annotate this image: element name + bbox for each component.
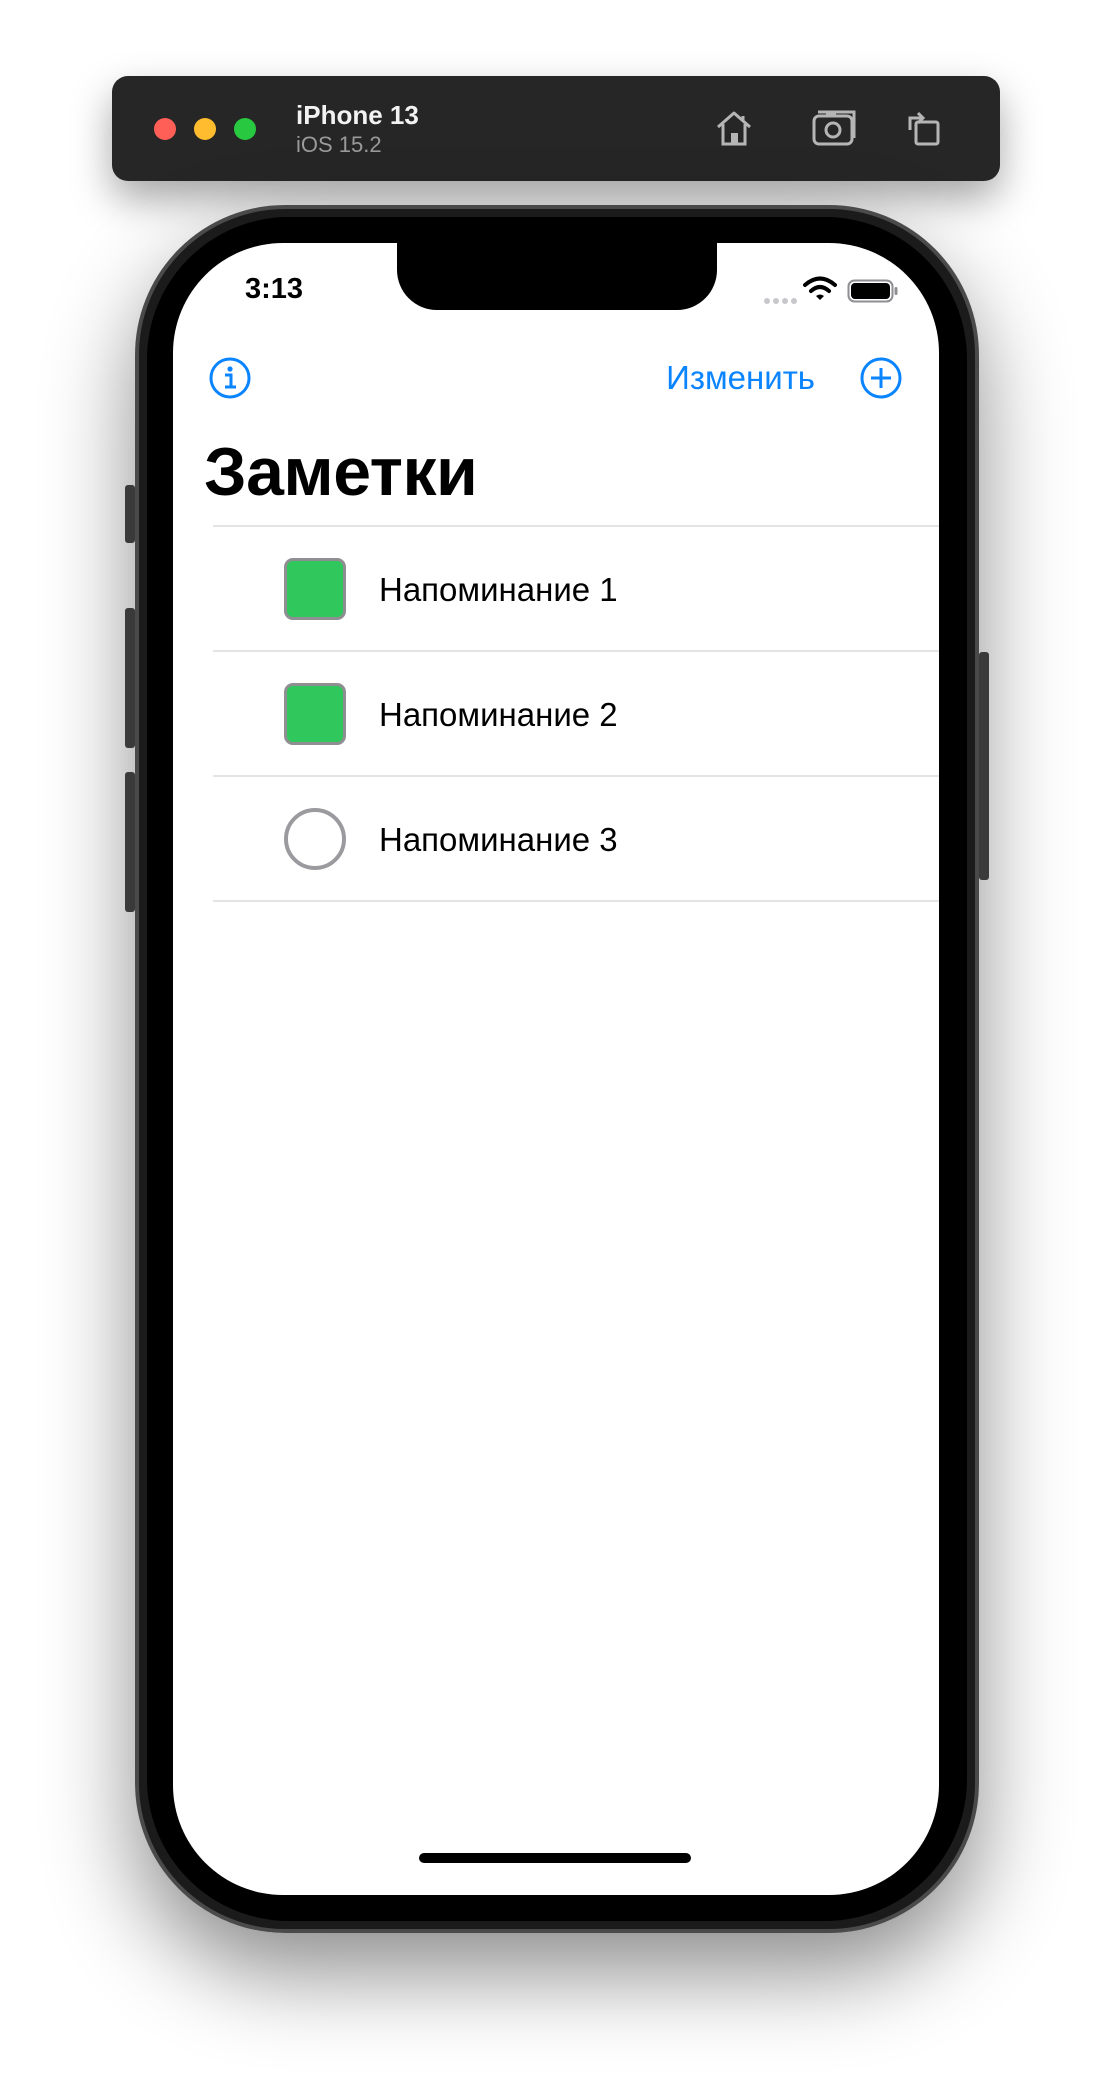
screenshot-icon <box>812 110 856 146</box>
battery-icon <box>847 279 898 303</box>
screenshot-button[interactable] <box>808 102 860 154</box>
volume-up-button <box>125 608 135 748</box>
checkbox-done[interactable] <box>284 683 346 745</box>
reminder-label: Напоминание 1 <box>379 571 618 608</box>
mute-switch <box>125 485 135 543</box>
power-button <box>979 652 989 880</box>
rotate-icon <box>908 111 940 146</box>
info-circle-icon <box>209 357 251 399</box>
device-name: iPhone 13 <box>296 100 419 130</box>
home-icon <box>717 111 751 146</box>
info-button[interactable] <box>209 357 251 399</box>
edit-button[interactable]: Изменить <box>660 359 815 397</box>
device-os-version: iOS 15.2 <box>296 132 382 157</box>
home-indicator[interactable] <box>419 1853 691 1863</box>
window-close-button[interactable] <box>154 118 176 140</box>
list-item[interactable]: Напоминание 1 <box>213 527 939 650</box>
checkbox-not-done[interactable] <box>284 808 346 870</box>
volume-down-button <box>125 772 135 912</box>
reminder-list: Напоминание 1 Напоминание 2 Напоминание … <box>213 525 939 902</box>
wifi-icon <box>803 276 837 300</box>
list-item[interactable]: Напоминание 3 <box>213 777 939 900</box>
phone-screen: 3:13 Изменить Заметки Напоминание 1 Напо… <box>173 243 939 1895</box>
checkbox-done[interactable] <box>284 558 346 620</box>
notch <box>397 243 717 310</box>
add-button[interactable] <box>860 357 902 399</box>
reminder-label: Напоминание 3 <box>379 821 618 858</box>
list-divider <box>213 900 939 902</box>
rotate-button[interactable] <box>898 102 950 154</box>
home-button[interactable] <box>708 102 760 154</box>
window-zoom-button[interactable] <box>234 118 256 140</box>
window-minimize-button[interactable] <box>194 118 216 140</box>
cellular-signal-icon <box>764 298 797 304</box>
list-item[interactable]: Напоминание 2 <box>213 652 939 775</box>
status-time: 3:13 <box>245 273 304 305</box>
plus-circle-icon <box>860 357 902 399</box>
page-title: Заметки <box>204 434 478 510</box>
reminder-label: Напоминание 2 <box>379 696 618 733</box>
simulator-title-bar: iPhone 13 iOS 15.2 <box>112 76 1000 181</box>
